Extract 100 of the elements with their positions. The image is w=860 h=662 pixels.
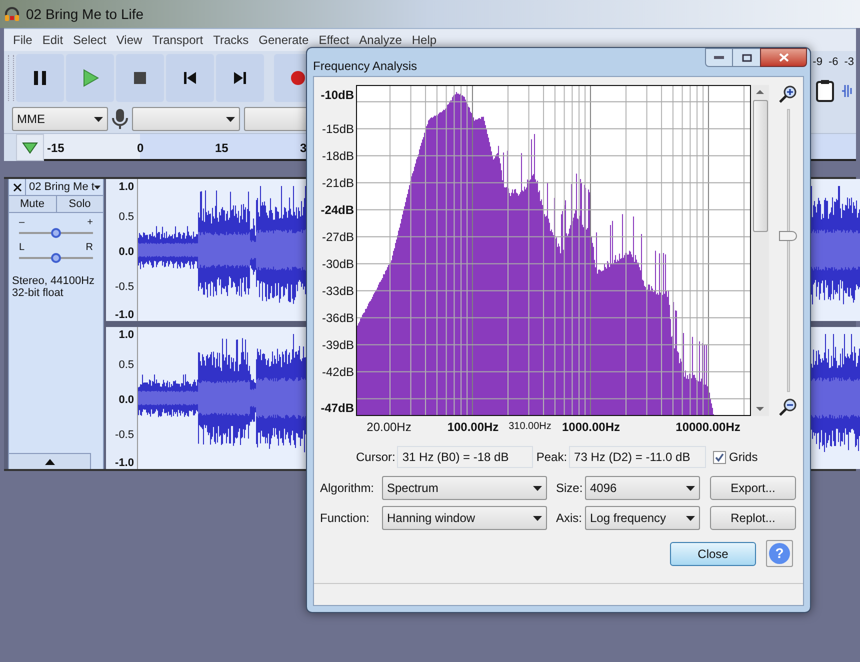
collapse-track-button[interactable] bbox=[9, 453, 91, 469]
headphones-icon bbox=[4, 6, 20, 22]
export-button[interactable]: Export... bbox=[710, 476, 796, 500]
zoom-slider[interactable] bbox=[778, 109, 798, 392]
algorithm-dropdown[interactable]: Spectrum bbox=[382, 476, 547, 500]
dropdown-caret-icon bbox=[533, 486, 542, 490]
db-axis-label: -21dB bbox=[322, 174, 354, 192]
db-axis-label: -39dB bbox=[322, 336, 354, 354]
amplitude-scale-label: -1.0 bbox=[115, 308, 134, 323]
track-name-menu[interactable]: 02 Bring Me t bbox=[26, 179, 103, 195]
amplitude-scale-label: 0.5 bbox=[118, 210, 134, 225]
amplitude-scale-label: -1.0 bbox=[115, 456, 134, 471]
timeline-tick-label: 15 bbox=[215, 140, 228, 157]
dropdown-caret-icon bbox=[226, 116, 235, 122]
frequency-axis-label: 310.00Hz bbox=[508, 420, 552, 434]
minimize-icon bbox=[714, 56, 724, 60]
play-icon bbox=[81, 69, 99, 87]
amplitude-scale-label: 1.0 bbox=[118, 328, 134, 343]
skip-to-start-button[interactable] bbox=[166, 54, 214, 102]
peak-label: Peak: bbox=[536, 449, 568, 466]
zoom-slider-thumb[interactable] bbox=[779, 231, 798, 242]
gain-slider[interactable] bbox=[19, 228, 93, 238]
pause-icon bbox=[31, 69, 49, 87]
pause-button[interactable] bbox=[16, 54, 64, 102]
menu-item[interactable]: Help bbox=[406, 31, 442, 49]
db-axis-label: -30dB bbox=[322, 256, 354, 273]
frequency-axis-label: 10000.00Hz bbox=[676, 419, 740, 436]
menu-item[interactable]: Edit bbox=[37, 31, 68, 49]
zoom-in-icon[interactable] bbox=[779, 85, 798, 103]
db-axis-label: -33dB bbox=[322, 282, 354, 300]
amplitude-scale-label: -0.5 bbox=[115, 428, 134, 443]
frequency-axis-label: 100.00Hz bbox=[447, 419, 499, 436]
play-head-icon[interactable] bbox=[22, 142, 38, 154]
dropdown-caret-icon bbox=[686, 486, 695, 490]
db-axis-label: -42dB bbox=[322, 364, 354, 381]
track-info-text: Stereo, 44100Hz bbox=[12, 275, 96, 287]
stop-icon bbox=[131, 69, 149, 87]
solo-button[interactable]: Solo bbox=[56, 196, 103, 212]
menu-item[interactable]: View bbox=[111, 31, 148, 49]
db-axis-label: -36dB bbox=[322, 310, 354, 327]
peak-readout: 73 Hz (D2) = -11.0 dB bbox=[569, 446, 706, 468]
collapse-arrow-icon bbox=[44, 458, 54, 464]
menu-item[interactable]: Tracks bbox=[208, 31, 254, 49]
slider-end-label: L bbox=[19, 242, 25, 253]
menu-item[interactable]: Analyze bbox=[354, 31, 407, 49]
clipboard-icon[interactable] bbox=[814, 80, 854, 102]
cursor-label: Cursor: bbox=[356, 449, 396, 466]
dropdown-caret-icon bbox=[686, 516, 695, 520]
close-icon bbox=[12, 182, 22, 192]
db-axis-label: -24dB bbox=[320, 202, 354, 219]
skip-to-end-icon bbox=[231, 69, 249, 87]
menu-item[interactable]: Generate bbox=[254, 31, 314, 49]
size-dropdown[interactable]: 4096 bbox=[585, 476, 700, 500]
audio-host-dropdown[interactable]: MME bbox=[12, 107, 108, 131]
amplitude-scale-label: -0.5 bbox=[115, 280, 134, 295]
function-dropdown[interactable]: Hanning window bbox=[382, 506, 547, 530]
slider-thumb[interactable] bbox=[51, 253, 61, 263]
close-icon bbox=[778, 53, 788, 62]
minimize-button[interactable] bbox=[705, 48, 733, 67]
maximize-icon bbox=[742, 54, 752, 62]
recording-device-dropdown[interactable] bbox=[132, 107, 240, 131]
dropdown-caret-icon bbox=[533, 516, 542, 520]
axis-dropdown[interactable]: Log frequency bbox=[585, 506, 700, 530]
menu-item[interactable]: Effect bbox=[314, 31, 354, 49]
frequency-axis-label: 20.00Hz bbox=[366, 419, 412, 436]
vertical-scrollbar[interactable] bbox=[752, 85, 769, 416]
axis-label: Axis: bbox=[556, 510, 584, 527]
replot-button[interactable]: Replot... bbox=[710, 506, 796, 530]
db-axis-label: -18dB bbox=[322, 148, 354, 165]
amplitude-scale-label: 0.5 bbox=[118, 358, 134, 373]
microphone-icon bbox=[112, 108, 128, 130]
skip-to-end-button[interactable] bbox=[216, 54, 264, 102]
toolbar-grip bbox=[8, 55, 14, 101]
zoom-out-icon[interactable] bbox=[779, 398, 798, 416]
mute-button[interactable]: Mute bbox=[9, 196, 56, 212]
function-label: Function: bbox=[320, 510, 370, 527]
pan-slider[interactable] bbox=[19, 253, 93, 263]
slider-end-label: R bbox=[86, 242, 93, 253]
grids-checkbox[interactable] bbox=[713, 450, 726, 464]
dropdown-caret-icon bbox=[94, 184, 101, 190]
check-icon bbox=[715, 452, 724, 462]
timeline-tick-label: 0 bbox=[137, 140, 144, 157]
menu-item[interactable]: Transport bbox=[147, 31, 208, 49]
scrollbar-thumb[interactable] bbox=[752, 100, 768, 232]
menu-item[interactable]: File bbox=[8, 31, 38, 49]
amplitude-scale-label: 0.0 bbox=[118, 245, 134, 260]
meter-tick-label: -9 bbox=[812, 54, 822, 70]
menu-item[interactable]: Select bbox=[68, 31, 112, 49]
slider-thumb[interactable] bbox=[51, 228, 61, 238]
db-axis-label: -47dB bbox=[320, 400, 354, 417]
close-button[interactable]: Close bbox=[670, 542, 756, 566]
db-axis-label: -10dB bbox=[320, 87, 354, 104]
stop-button[interactable] bbox=[116, 54, 164, 102]
timeline-tick-label: -15 bbox=[47, 140, 64, 157]
dialog-title: Frequency Analysis bbox=[313, 58, 418, 75]
algorithm-label: Algorithm: bbox=[320, 480, 376, 497]
close-window-button[interactable] bbox=[760, 48, 807, 67]
maximize-button[interactable] bbox=[733, 48, 760, 67]
cursor-readout: 31 Hz (B0) = -18 dB bbox=[397, 446, 534, 468]
size-label: Size: bbox=[556, 480, 584, 497]
